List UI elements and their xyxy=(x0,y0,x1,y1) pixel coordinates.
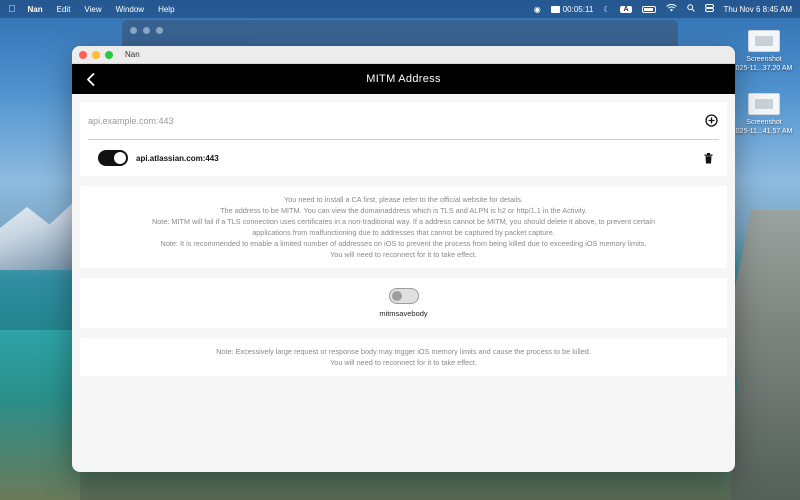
content-area: api.atlassian.com:443 You need to instal… xyxy=(72,94,735,376)
page-title: MITM Address xyxy=(366,73,441,85)
screenshot-thumbnail-icon xyxy=(748,93,780,115)
apple-menu-icon[interactable]:  xyxy=(8,4,16,15)
info-line: Note: It is recommended to enable a limi… xyxy=(160,239,647,248)
wifi-icon[interactable] xyxy=(665,4,677,14)
desktop-file-subname: 025-11...41.57 AM xyxy=(735,128,793,135)
recording-timer[interactable]: 00:05:11 xyxy=(550,4,594,14)
info-line: The address to be MITM. You can view the… xyxy=(220,206,587,215)
address-input[interactable] xyxy=(88,115,703,126)
save-body-label: mitmsavebody xyxy=(379,309,428,318)
body-note-text: Note: Excessively large request or respo… xyxy=(80,338,727,376)
info-line: You will need to reconnect for it to tak… xyxy=(330,250,477,259)
trash-icon xyxy=(704,152,712,163)
window-controls xyxy=(79,50,113,59)
address-enable-toggle[interactable] xyxy=(98,150,128,166)
menu-datetime[interactable]: Thu Nov 6 8:45 AM xyxy=(724,5,792,14)
address-label: api.atlassian.com:443 xyxy=(136,153,219,163)
nav-bar: MITM Address xyxy=(72,64,735,94)
app-window: Nan MITM Address api.atlassian.com:443 xyxy=(72,46,735,472)
desktop-file-subname: 025-11...37.20 AM xyxy=(735,65,793,72)
background-window-controls xyxy=(130,27,163,34)
desktop-file-name: Screenshot xyxy=(746,56,782,63)
menu-help[interactable]: Help xyxy=(158,5,174,14)
back-button[interactable] xyxy=(82,71,98,87)
mitm-info-text: You need to install a CA first, please r… xyxy=(80,186,727,268)
menu-window[interactable]: Window xyxy=(116,5,144,14)
note-line: You will need to reconnect for it to tak… xyxy=(330,358,477,367)
desktop-screenshot-file[interactable]: Screenshot 025-11...41.57 AM xyxy=(734,93,794,136)
search-icon[interactable] xyxy=(686,4,695,14)
minimize-window-button[interactable] xyxy=(92,50,100,59)
desktop-file-name: Screenshot xyxy=(746,119,782,126)
window-title: Nan xyxy=(125,50,140,59)
close-window-button[interactable] xyxy=(79,50,87,59)
plus-circle-icon xyxy=(704,114,718,127)
focus-moon-icon[interactable]: ☾ xyxy=(603,5,610,14)
info-line: applications from malfunctioning due to … xyxy=(252,228,555,237)
note-line: Note: Excessively large request or respo… xyxy=(216,347,591,356)
desktop-screenshot-file[interactable]: Screenshot 025-11...37.20 AM xyxy=(734,30,794,73)
zoom-window-button[interactable] xyxy=(105,50,113,59)
menu-bar:  Nan Edit View Window Help ◉ 00:05:11 ☾… xyxy=(0,0,800,18)
wallpaper-rocks xyxy=(730,210,800,500)
record-badge-icon xyxy=(550,5,560,13)
save-body-card: mitmsavebody xyxy=(80,278,727,328)
delete-address-button[interactable] xyxy=(701,151,715,165)
menu-app-name[interactable]: Nan xyxy=(28,5,43,14)
screen-record-icon[interactable]: ◉ xyxy=(534,5,541,14)
info-line: You need to install a CA first, please r… xyxy=(284,195,523,204)
address-input-row xyxy=(88,102,719,140)
control-center-icon[interactable] xyxy=(704,4,714,14)
address-card: api.atlassian.com:443 xyxy=(80,102,727,176)
save-body-toggle[interactable] xyxy=(388,288,419,304)
chevron-left-icon xyxy=(86,72,94,86)
menu-view[interactable]: View xyxy=(84,5,101,14)
menu-edit[interactable]: Edit xyxy=(57,5,71,14)
add-address-button[interactable] xyxy=(703,113,719,129)
screenshot-thumbnail-icon xyxy=(748,30,780,52)
timer-text: 00:05:11 xyxy=(562,4,594,14)
address-list-item: api.atlassian.com:443 xyxy=(80,140,727,176)
input-source-badge[interactable]: A xyxy=(620,5,632,13)
info-line: Note: MITM will fail if a TLS connection… xyxy=(151,217,656,226)
window-titlebar[interactable]: Nan xyxy=(72,46,735,64)
wallpaper-shore xyxy=(0,330,80,500)
battery-icon[interactable] xyxy=(641,5,656,13)
